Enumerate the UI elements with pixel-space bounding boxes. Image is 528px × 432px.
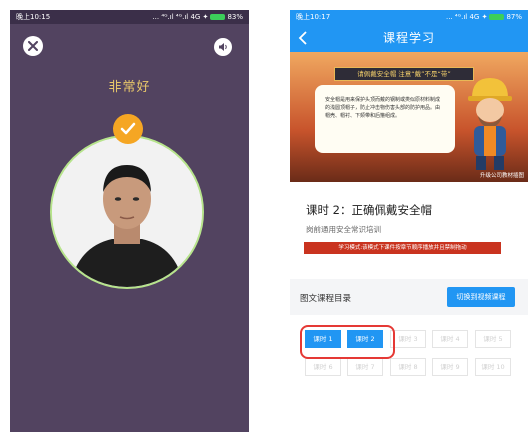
- lesson-button-5[interactable]: 课时 5: [475, 330, 511, 348]
- lesson-button-3[interactable]: 课时 3: [390, 330, 426, 348]
- banner-watermark: 升级公司教材插图: [479, 173, 524, 179]
- lesson-button-9[interactable]: 课时 9: [432, 358, 468, 376]
- status-indicators: ... ⁴ᴳ.ıl ⁴ᴳ.ıl 4G ✦ 83%: [152, 10, 243, 24]
- course-banner: 请佩戴安全帽 注意“戴”不是“带” 安全帽是用来保护头顶而戴的钢制或类似原材料制…: [290, 52, 528, 182]
- lesson-title: 课时 2：正确佩戴安全帽: [306, 203, 432, 217]
- success-badge: [113, 114, 143, 144]
- close-icon: [28, 41, 38, 51]
- face-verify-screen: 晚上10:15 ... ⁴ᴳ.ıl ⁴ᴳ.ıl 4G ✦ 83% 非常好: [10, 10, 249, 432]
- lesson-button-6[interactable]: 课时 6: [305, 358, 341, 376]
- course-name: 岗前通用安全常识培训: [306, 225, 381, 234]
- switch-to-video-button[interactable]: 切换到视频课程: [447, 287, 515, 307]
- check-icon: [120, 122, 136, 135]
- status-bar: 晚上10:15 ... ⁴ᴳ.ıl ⁴ᴳ.ıl 4G ✦ 83%: [10, 10, 249, 24]
- course-screen: 晚上10:17 ... ⁴ᴳ.ıl 4G ✦ 87% 课程学习 请佩戴安全帽 注意…: [290, 10, 528, 432]
- page-title: 课程学习: [382, 31, 435, 45]
- banner-card: 安全帽是用来保护头顶而戴的钢制或类似原材料制成的浅圆顶帽子，防止冲击物伤害头部的…: [315, 85, 455, 153]
- catalog-bar: 图文课程目录 切换到视频课程: [290, 279, 528, 319]
- title-bar: 课程学习: [290, 24, 528, 52]
- lesson-info: 课时 2：正确佩戴安全帽 岗前通用安全常识培训 学习模式:该模式下课件按章节顺序…: [290, 182, 528, 279]
- lesson-button-7[interactable]: 课时 7: [347, 358, 383, 376]
- highlight-annotation: [300, 325, 395, 359]
- lesson-button-8[interactable]: 课时 8: [390, 358, 426, 376]
- praise-text: 非常好: [108, 80, 151, 95]
- catalog-label: 图文课程目录: [300, 294, 352, 304]
- face-photo: [52, 137, 202, 287]
- close-button[interactable]: [23, 36, 43, 56]
- face-preview: [50, 135, 204, 289]
- status-time: 晚上10:15: [16, 13, 51, 21]
- status-bar: 晚上10:17 ... ⁴ᴳ.ıl 4G ✦ 87%: [290, 10, 528, 24]
- status-indicators: ... ⁴ᴳ.ıl 4G ✦ 87%: [446, 10, 522, 24]
- status-time: 晚上10:17: [296, 13, 331, 21]
- speaker-icon: [219, 43, 227, 51]
- lesson-button-4[interactable]: 课时 4: [432, 330, 468, 348]
- speaker-button[interactable]: [214, 38, 232, 56]
- signal-indicators: ... ⁴ᴳ.ıl 4G ✦: [446, 13, 488, 21]
- battery-level: 87%: [506, 13, 522, 21]
- banner-body: 安全帽是用来保护头顶而戴的钢制或类似原材料制成的浅圆顶帽子，防止冲击物伤害头部的…: [325, 97, 441, 119]
- battery-icon: [210, 14, 226, 20]
- worker-illustration: [468, 78, 512, 170]
- signal-indicators: ... ⁴ᴳ.ıl ⁴ᴳ.ıl 4G ✦: [152, 13, 209, 21]
- battery-icon: [489, 14, 505, 20]
- battery-level: 83%: [227, 13, 243, 21]
- learning-mode-notice: 学习模式:该模式下课件按章节顺序播放并且禁制拖动: [304, 242, 501, 254]
- banner-title: 请佩戴安全帽 注意“戴”不是“带”: [334, 67, 474, 81]
- lesson-grid: 课时 1 课时 2 课时 3 课时 4 课时 5 课时 6 课时 7 课时 8 课时 9 课时 1…: [290, 315, 528, 432]
- lesson-button-10[interactable]: 课时 10: [475, 358, 511, 376]
